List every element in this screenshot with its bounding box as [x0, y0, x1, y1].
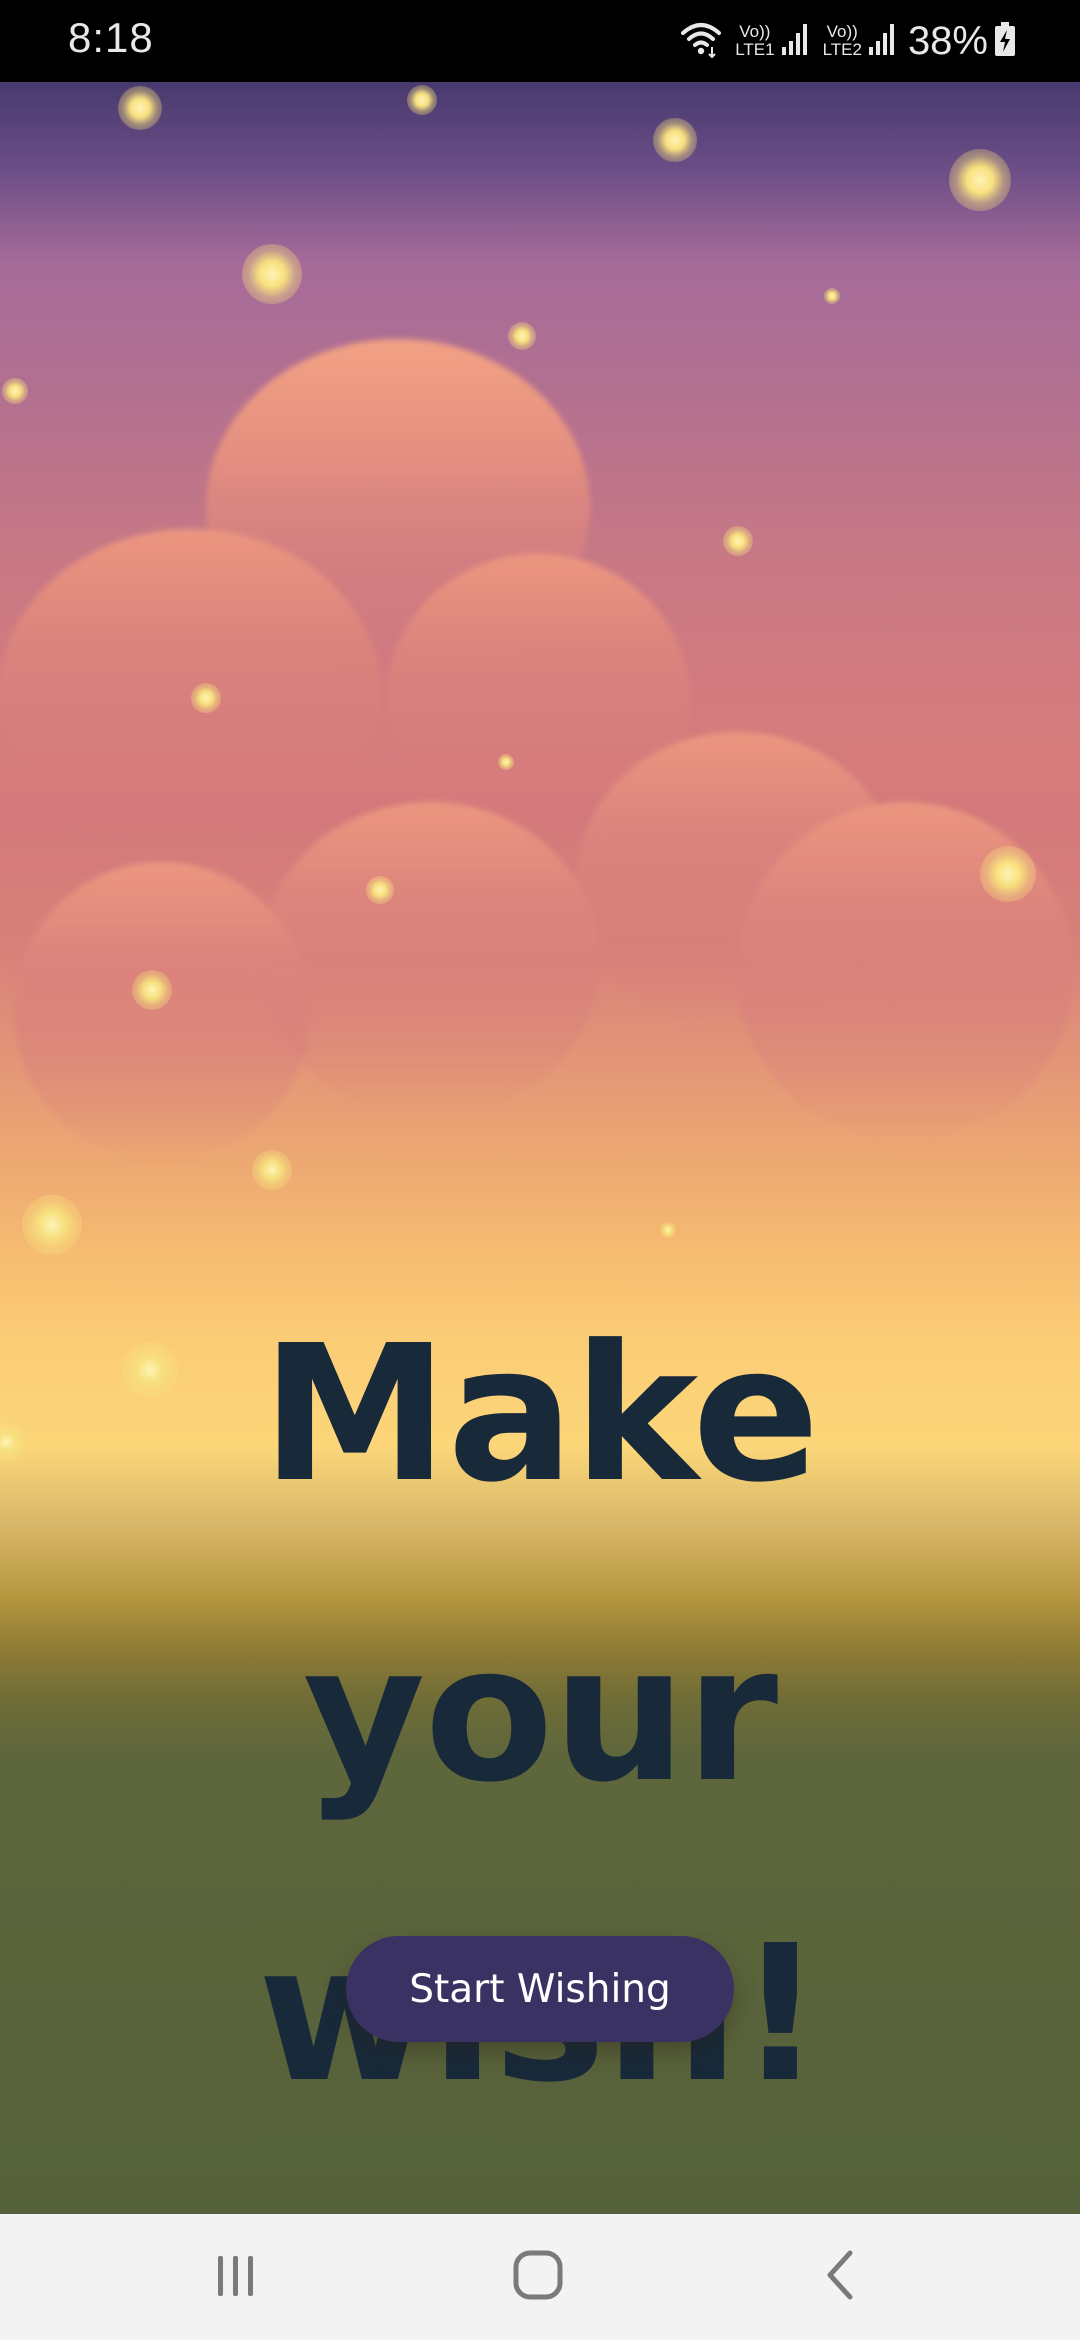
recent-apps-button[interactable]: [176, 2232, 296, 2322]
star-sparkle: [508, 322, 536, 350]
star-sparkle: [660, 1222, 676, 1238]
cloud-illustration: [0, 339, 1073, 1162]
star-sparkle: [498, 754, 514, 770]
star-sparkle: [723, 526, 753, 556]
battery-percent: 38%: [907, 18, 988, 63]
app-screen: 8:18 Vo)) LTE1 Vo)) LTE2 38% Make your S…: [0, 0, 1080, 2340]
signal-icon: [868, 21, 898, 61]
signal-icon: [781, 21, 811, 61]
star-sparkle: [118, 86, 162, 130]
star-sparkle: [22, 1195, 82, 1255]
star-sparkle: [653, 118, 697, 162]
sim2-label: Vo)) LTE2: [822, 22, 862, 59]
home-button[interactable]: [478, 2232, 598, 2322]
star-sparkle: [949, 149, 1011, 211]
back-button[interactable]: [780, 2232, 900, 2322]
star-sparkle: [191, 683, 221, 713]
star-sparkle: [980, 846, 1036, 902]
battery-charging-icon: [994, 21, 1016, 61]
status-icons: Vo)) LTE1 Vo)) LTE2 38%: [679, 16, 1016, 66]
star-sparkle: [252, 1150, 292, 1190]
start-wishing-button[interactable]: Start Wishing: [346, 1936, 734, 2042]
star-sparkle: [407, 85, 437, 115]
back-icon: [818, 2248, 862, 2306]
star-sparkle: [824, 288, 840, 304]
system-nav-bar: [0, 2214, 1080, 2340]
wifi-icon: [679, 19, 723, 63]
status-time: 8:18: [68, 14, 154, 61]
headline-line-1: Make your: [261, 1305, 819, 1824]
star-sparkle: [2, 378, 28, 404]
star-sparkle: [132, 970, 172, 1010]
star-sparkle: [242, 244, 302, 304]
star-sparkle: [366, 876, 394, 904]
sim1-label: Vo)) LTE1: [735, 22, 775, 59]
recent-apps-icon: [211, 2250, 261, 2304]
home-icon: [511, 2248, 565, 2306]
status-bar: 8:18 Vo)) LTE1 Vo)) LTE2 38%: [0, 0, 1080, 82]
